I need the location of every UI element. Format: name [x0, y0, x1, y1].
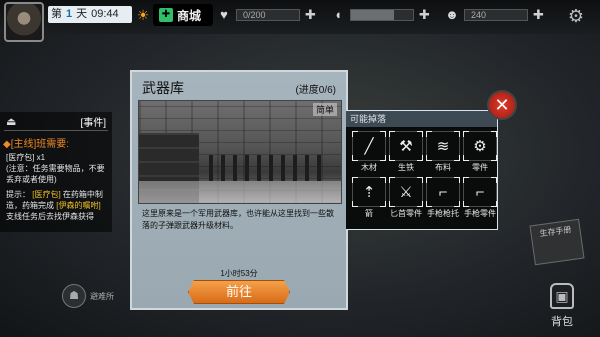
quest-item-line: [医疗包] x1	[6, 153, 46, 162]
drop-item-name: 箭	[365, 209, 373, 218]
sanity-value: 240	[471, 10, 487, 20]
backpack-icon: ▣	[550, 283, 574, 309]
gear-part-icon: ⚙	[473, 138, 487, 155]
dialog-title: 武器库	[142, 80, 184, 96]
stat-health: ♥ 0/200 ✚	[216, 7, 317, 23]
location-description: 这里原来是一个军用武器库，也许能从这里找到一些散落的子弹跟武器升级材料。	[142, 209, 334, 230]
difficulty-badge: 简单	[312, 103, 337, 116]
stat-hunger: ◖ ✚	[330, 7, 431, 23]
dialog-progress: (进度0/6)	[295, 85, 336, 96]
sanity-bar: 240	[464, 9, 528, 21]
drop-item[interactable]: ⌐ 手枪枪托	[426, 177, 460, 219]
health-value: 0/200	[243, 10, 266, 20]
shop-label: 商城	[177, 8, 202, 23]
shop-button[interactable]: ✚ 商城	[153, 4, 213, 26]
drop-item[interactable]: ╱ 木材	[352, 131, 386, 173]
drop-item[interactable]: ⚙ 零件	[463, 131, 497, 173]
stat-sanity: ☻ 240 ✚	[444, 7, 545, 23]
drop-item-name: 生铁	[398, 163, 414, 172]
drops-header: 可能掉落	[346, 111, 497, 127]
drop-item[interactable]: ⌐ 手枪零件	[463, 177, 497, 219]
hint-prefix: 提示：	[6, 190, 30, 199]
sanity-add-button[interactable]: ✚	[533, 7, 545, 23]
health-add-button[interactable]: ✚	[305, 7, 317, 23]
sun-icon: ☀	[136, 7, 150, 23]
quest-divider	[4, 130, 108, 131]
pistol-stock-icon: ⌐	[438, 183, 448, 201]
drop-item-name: 布料	[435, 163, 451, 172]
iron-icon: ⚒	[399, 138, 413, 155]
day-number: 1	[66, 8, 73, 20]
drop-slot: ╱	[352, 131, 386, 161]
brain-icon: ☻	[445, 7, 459, 22]
location-image: 简单	[138, 100, 342, 204]
collapse-icon[interactable]: ⏏	[6, 115, 16, 128]
drop-slot: ⚙	[463, 131, 497, 161]
hint-item: [医疗包]	[32, 190, 61, 199]
main-quest-title-text: [主线]班需要:	[10, 139, 70, 150]
drop-slot: ⌐	[426, 177, 460, 207]
drop-item[interactable]: ⇡ 箭	[352, 177, 386, 219]
drop-item[interactable]: ⚔ 匕首零件	[389, 177, 423, 219]
drop-item-name: 零件	[472, 163, 488, 172]
quest-panel: ⏏ [事件] ◆[主线]班需要: [医疗包] x1 (注意：任务需要物品，不要丢…	[0, 112, 112, 232]
backpack-button[interactable]: ▣ 背包	[540, 283, 584, 333]
drop-slot: ⚔	[389, 177, 423, 207]
player-avatar[interactable]	[4, 2, 44, 42]
go-button[interactable]: 前往	[188, 280, 290, 304]
day-suffix: 天	[76, 8, 88, 20]
quest-hint: 提示： [医疗包] 在药箱中制造，药箱完成 [伊森的嘱咐] 支线任务后去找伊森获…	[6, 189, 106, 222]
main-quest-title[interactable]: ◆[主线]班需要:	[3, 135, 112, 150]
hint-tail: 支线任务后去找伊森获得	[6, 212, 94, 221]
shelter-icon: ☗	[62, 284, 86, 308]
pistol-part-icon: ⌐	[475, 183, 485, 201]
events-tab[interactable]: [事件]	[80, 114, 106, 129]
day-time-display: 第 1 天 09:44	[48, 6, 132, 23]
hunger-bar-fill	[351, 10, 395, 20]
quest-marker-icon: ◆	[3, 139, 11, 150]
drop-item-name: 手枪零件	[464, 209, 496, 218]
arrow-icon: ⇡	[362, 184, 376, 201]
day-prefix: 第	[51, 8, 62, 20]
drop-item-name: 木材	[361, 163, 377, 172]
floor-graphic	[139, 181, 341, 203]
heart-icon: ♥	[220, 7, 228, 22]
hunger-add-button[interactable]: ✚	[419, 7, 431, 23]
hunger-bar	[350, 9, 414, 21]
shop-icon: ✚	[159, 8, 173, 22]
hint-item-2: [伊森的嘱咐]	[56, 201, 101, 210]
close-icon[interactable]: ✕	[487, 90, 517, 120]
backpack-label: 背包	[551, 316, 573, 328]
quest-body: [医疗包] x1 (注意：任务需要物品，不要丢弃或者使用) 提示： [医疗包] …	[0, 152, 112, 222]
survival-manual-button[interactable]: 生存手册	[529, 218, 585, 266]
dagger-part-icon: ⚔	[399, 184, 413, 201]
survival-manual-label: 生存手册	[539, 224, 573, 239]
drop-slot: ≋	[426, 131, 460, 161]
wood-icon: ╱	[364, 138, 374, 155]
travel-time: 1小时53分	[220, 269, 258, 278]
drop-item[interactable]: ≋ 布料	[426, 131, 460, 173]
shelter-label: 避难所	[90, 291, 114, 301]
drop-slot: ⌐	[463, 177, 497, 207]
drop-item[interactable]: ⚒ 生铁	[389, 131, 423, 173]
health-bar: 0/200	[236, 9, 300, 21]
possible-drops-panel: 可能掉落 ╱ 木材 ⚒ 生铁 ≋ 布料 ⚙ 零件 ⇡ 箭 ⚔ 匕首零件 ⌐ 手枪枪托 ⌐ 手枪零件	[346, 110, 498, 230]
location-dialog: 武器库 (进度0/6) 简单 这里原来是一个军用武器库，也许能从这里找到一些散落…	[130, 70, 348, 310]
stomach-icon: ◖	[334, 7, 342, 22]
drop-item-name: 匕首零件	[390, 209, 422, 218]
quest-header: ⏏ [事件]	[0, 112, 112, 130]
drops-grid: ╱ 木材 ⚒ 生铁 ≋ 布料 ⚙ 零件 ⇡ 箭 ⚔ 匕首零件 ⌐ 手枪枪托 ⌐ 手枪零件	[346, 127, 497, 219]
settings-gear-icon[interactable]: ⚙	[566, 6, 586, 26]
drop-slot: ⇡	[352, 177, 386, 207]
cloth-icon: ≋	[436, 138, 450, 155]
quest-note: (注意：任务需要物品，不要丢弃或者使用)	[6, 164, 105, 184]
shelter-button[interactable]: ☗ 避难所	[62, 284, 114, 308]
weapon-rack-graphic	[209, 155, 329, 181]
clock-time: 09:44	[91, 8, 119, 20]
drop-slot: ⚒	[389, 131, 423, 161]
drop-item-name: 手枪枪托	[427, 209, 459, 218]
